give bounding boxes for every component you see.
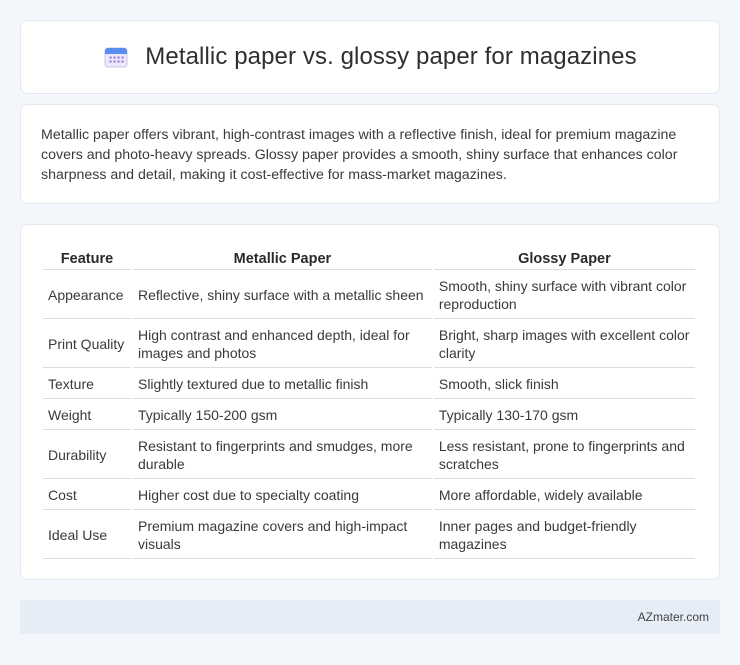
metallic-cell: Resistant to fingerprints and smudges, m… <box>132 432 432 479</box>
footer-bar: AZmater.com <box>20 600 720 634</box>
metallic-cell: Reflective, shiny surface with a metalli… <box>132 272 432 319</box>
footer-brand[interactable]: AZmater.com <box>638 610 709 624</box>
metallic-cell: High contrast and enhanced depth, ideal … <box>132 321 432 368</box>
table-row: Ideal Use Premium magazine covers and hi… <box>43 512 695 559</box>
glossy-cell: Bright, sharp images with excellent colo… <box>433 321 695 368</box>
metallic-cell: Premium magazine covers and high-impact … <box>132 512 432 559</box>
title-card: Metallic paper vs. glossy paper for maga… <box>20 20 720 94</box>
intro-card: Metallic paper offers vibrant, high-cont… <box>20 104 720 204</box>
header-metallic: Metallic Paper <box>132 247 432 270</box>
table-row: Texture Slightly textured due to metalli… <box>43 370 695 399</box>
page-title: Metallic paper vs. glossy paper for maga… <box>145 43 637 70</box>
feature-cell: Durability <box>43 432 131 479</box>
feature-cell: Weight <box>43 401 131 430</box>
intro-text: Metallic paper offers vibrant, high-cont… <box>41 127 678 183</box>
comparison-table: Feature Metallic Paper Glossy Paper Appe… <box>41 245 697 561</box>
glossy-cell: Less resistant, prone to fingerprints an… <box>433 432 695 479</box>
table-row: Cost Higher cost due to specialty coatin… <box>43 481 695 510</box>
table-header-row: Feature Metallic Paper Glossy Paper <box>43 247 695 270</box>
feature-cell: Texture <box>43 370 131 399</box>
feature-cell: Appearance <box>43 272 131 319</box>
calendar-icon <box>103 45 129 69</box>
metallic-cell: Slightly textured due to metallic finish <box>132 370 432 399</box>
glossy-cell: Smooth, shiny surface with vibrant color… <box>433 272 695 319</box>
header-feature: Feature <box>43 247 131 270</box>
glossy-cell: Typically 130-170 gsm <box>433 401 695 430</box>
feature-cell: Ideal Use <box>43 512 131 559</box>
table-row: Print Quality High contrast and enhanced… <box>43 321 695 368</box>
metallic-cell: Typically 150-200 gsm <box>132 401 432 430</box>
metallic-cell: Higher cost due to specialty coating <box>132 481 432 510</box>
table-row: Durability Resistant to fingerprints and… <box>43 432 695 479</box>
glossy-cell: More affordable, widely available <box>433 481 695 510</box>
table-row: Appearance Reflective, shiny surface wit… <box>43 272 695 319</box>
comparison-card: Feature Metallic Paper Glossy Paper Appe… <box>20 224 720 580</box>
glossy-cell: Inner pages and budget-friendly magazine… <box>433 512 695 559</box>
feature-cell: Cost <box>43 481 131 510</box>
feature-cell: Print Quality <box>43 321 131 368</box>
table-row: Weight Typically 150-200 gsm Typically 1… <box>43 401 695 430</box>
glossy-cell: Smooth, slick finish <box>433 370 695 399</box>
header-glossy: Glossy Paper <box>433 247 695 270</box>
